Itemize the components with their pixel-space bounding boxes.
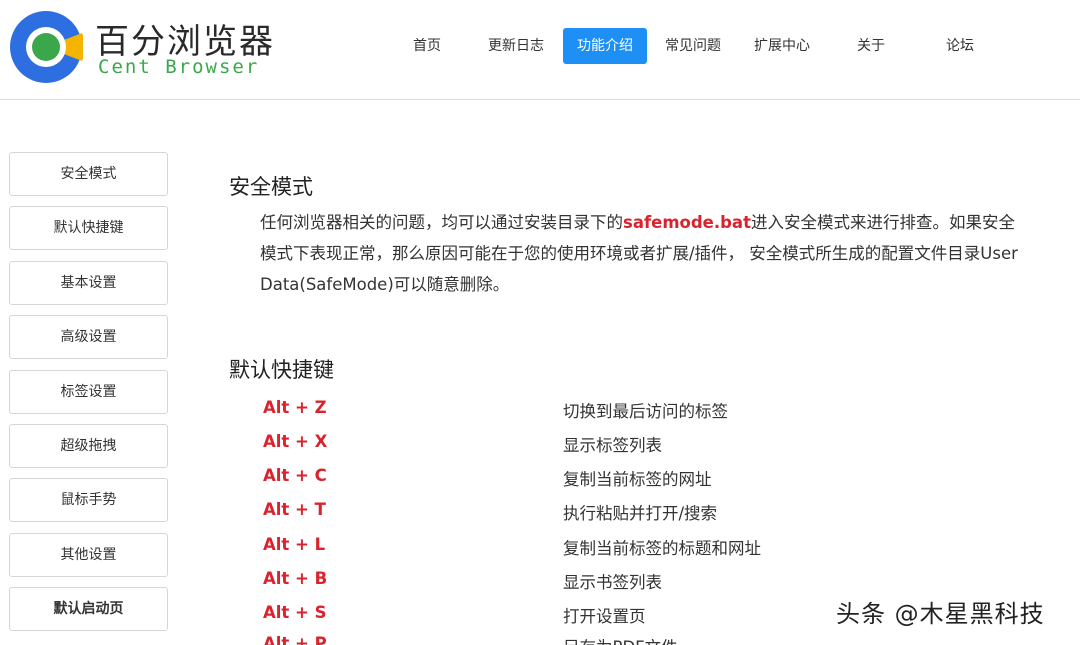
watermark-text: 头条 @木星黑科技 [836,600,1045,628]
shortcut-desc: 复制当前标签的网址 [563,470,712,489]
shortcut-key: Alt + Z [263,398,327,417]
nav-faq[interactable]: 常见问题 [660,28,726,64]
sidebar-item-safe-mode[interactable]: 安全模式 [9,152,168,196]
safemode-bat-highlight: safemode.bat [623,213,751,232]
shortcut-desc: 打开设置页 [563,607,646,626]
shortcut-key: Alt + B [263,569,328,588]
nav-home[interactable]: 首页 [397,28,457,64]
shortcut-key: Alt + P [263,634,327,645]
safe-mode-text-before: 任何浏览器相关的问题，均可以通过安装目录下的 [260,213,623,232]
sidebar-item-super-drag[interactable]: 超级拖拽 [9,424,168,468]
sidebar-item-mouse-gestures[interactable]: 鼠标手势 [9,478,168,522]
shortcut-desc: 复制当前标签的标题和网址 [563,539,761,558]
sidebar-item-tab-settings[interactable]: 标签设置 [9,370,168,414]
nav-features[interactable]: 功能介绍 [563,28,647,64]
shortcut-desc: 执行粘贴并打开/搜索 [563,504,718,523]
nav-changelog[interactable]: 更新日志 [483,28,549,64]
section-title-shortcuts: 默认快捷键 [229,358,334,382]
shortcut-key: Alt + X [263,432,328,451]
safe-mode-description: 任何浏览器相关的问题，均可以通过安装目录下的safemode.bat进入安全模式… [260,207,1020,300]
shortcut-key: Alt + C [263,466,327,485]
shortcut-key: Alt + S [263,603,327,622]
shortcut-desc: 切换到最后访问的标签 [563,402,728,421]
sidebar-item-shortcuts[interactable]: 默认快捷键 [9,206,168,250]
main-nav: 首页 更新日志 功能介绍 常见问题 扩展中心 关于 论坛 [0,28,1080,64]
sidebar-item-other-settings[interactable]: 其他设置 [9,533,168,577]
shortcut-key: Alt + T [263,500,326,519]
site-header: 百分浏览器 Cent Browser 首页 更新日志 功能介绍 常见问题 扩展中… [0,0,1080,100]
nav-about[interactable]: 关于 [846,28,896,64]
nav-forum[interactable]: 论坛 [935,28,985,64]
sidebar-item-basic-settings[interactable]: 基本设置 [9,261,168,305]
sidebar-item-advanced-settings[interactable]: 高级设置 [9,315,168,359]
shortcut-desc: 另存为PDF文件 [563,634,678,645]
nav-extensions[interactable]: 扩展中心 [748,28,816,64]
sidebar-item-startup-page[interactable]: 默认启动页 [9,587,168,631]
shortcut-desc: 显示标签列表 [563,436,662,455]
shortcut-desc: 显示书签列表 [563,573,662,592]
shortcut-key: Alt + L [263,535,326,554]
section-title-safe-mode: 安全模式 [229,175,313,199]
